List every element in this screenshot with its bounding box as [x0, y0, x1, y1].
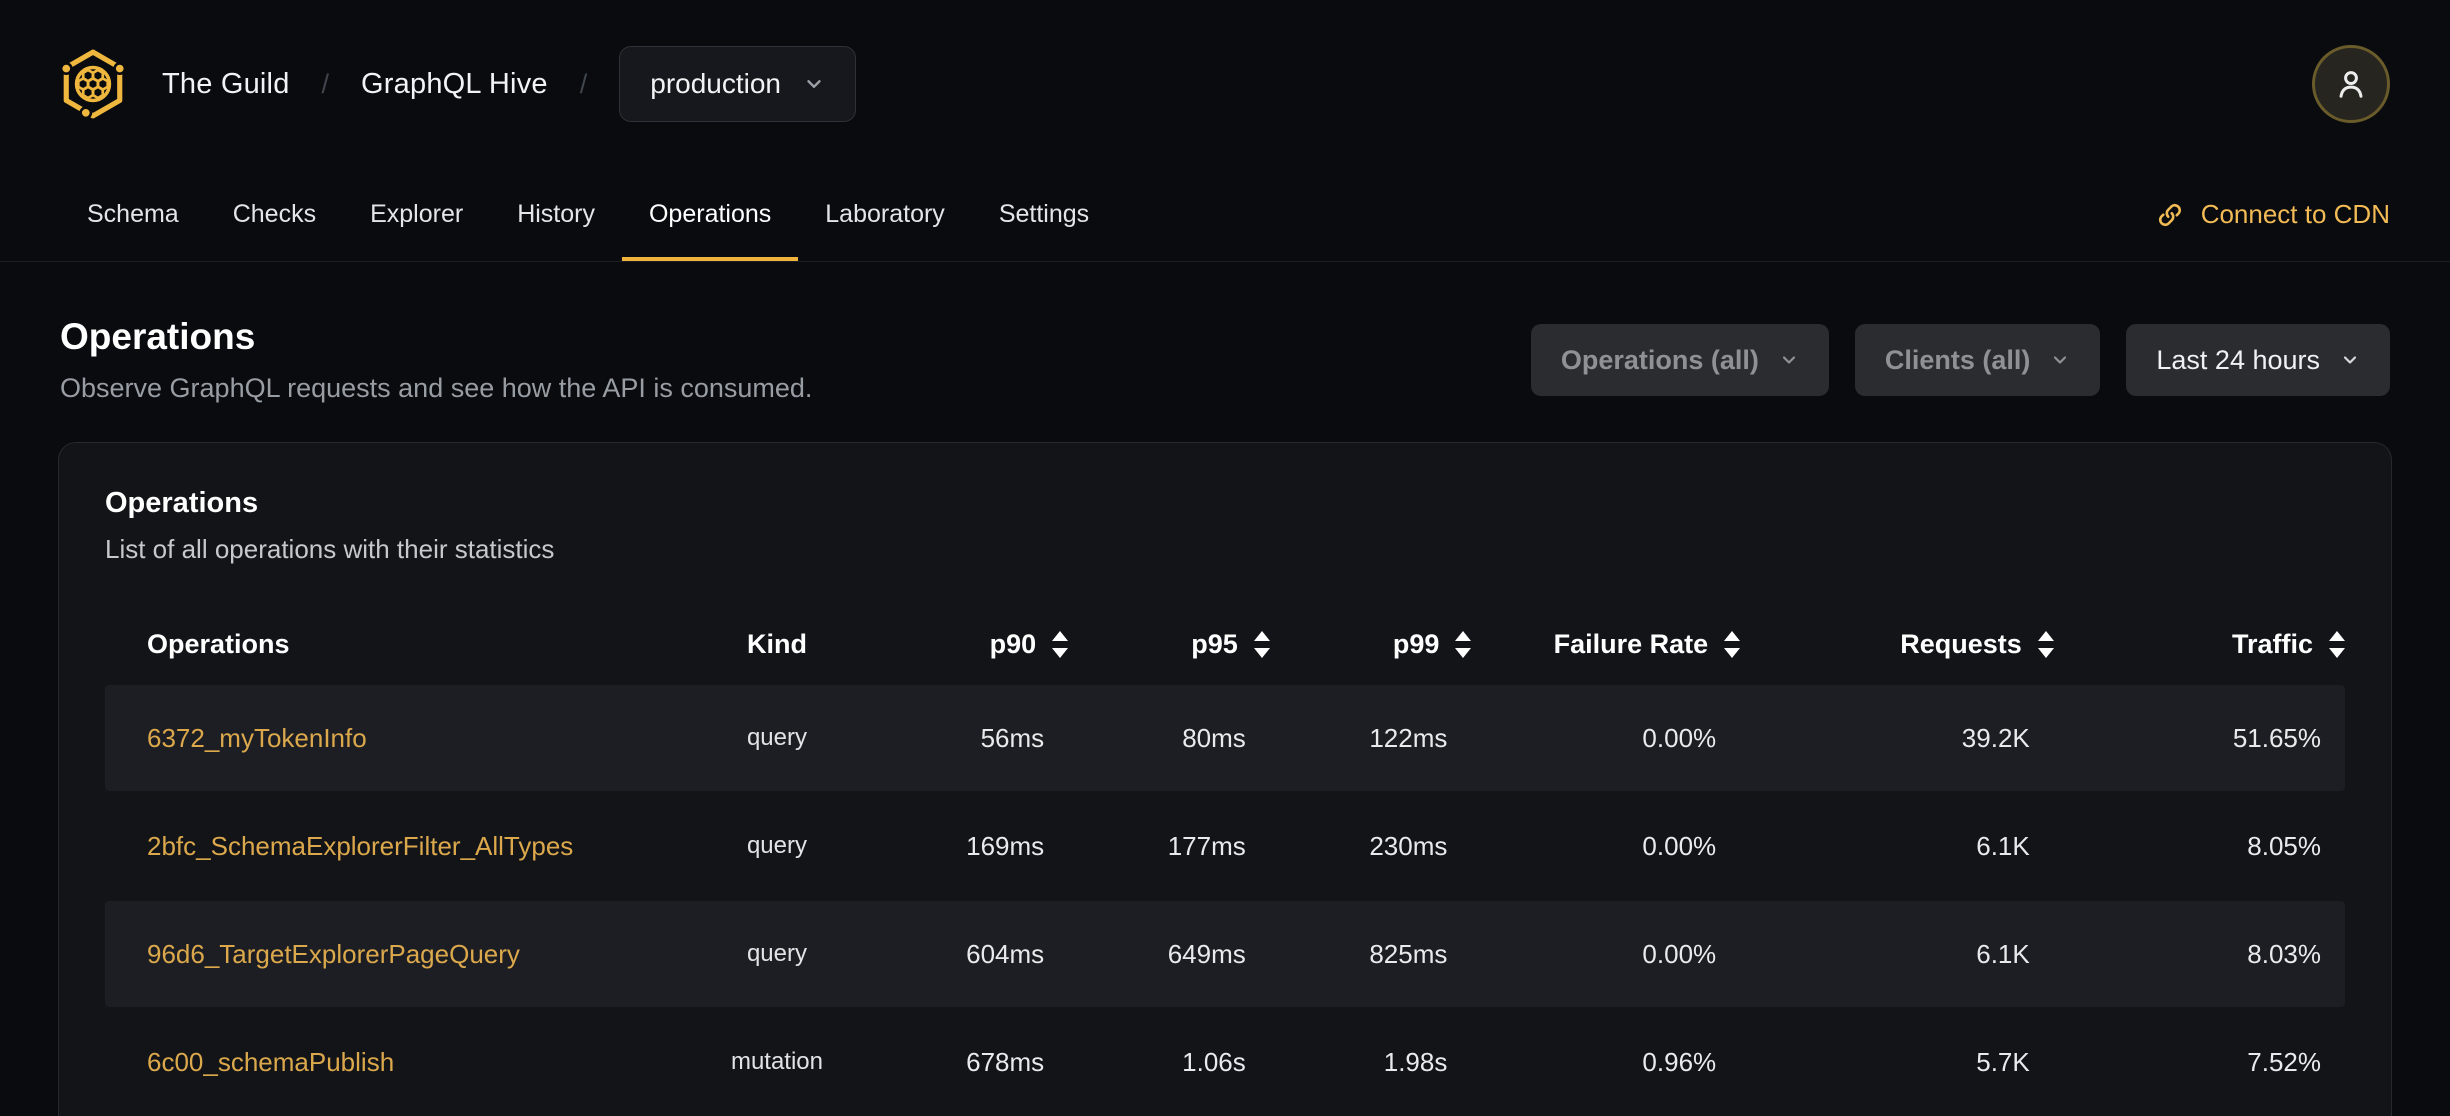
breadcrumb-org[interactable]: The Guild: [162, 68, 290, 101]
operations-table: Operations Kind p90 p95 p99 Failure Rate: [105, 605, 2345, 1115]
card-title: Operations: [105, 487, 259, 519]
column-header-p99[interactable]: p99: [1270, 629, 1472, 660]
operation-link[interactable]: 6372_myTokenInfo: [147, 723, 367, 754]
p95-value: 649ms: [1167, 938, 1246, 969]
traffic-value: 51.65%: [2232, 722, 2321, 753]
sort-icon[interactable]: [1253, 630, 1270, 658]
column-header-kind: Kind: [746, 628, 807, 659]
card-subtitle: List of all operations with their statis…: [105, 534, 555, 564]
page-title: Operations: [60, 316, 256, 357]
user-avatar-button[interactable]: [2312, 45, 2390, 123]
failure-rate-value: 0.96%: [1642, 1046, 1717, 1077]
operation-link[interactable]: 2bfc_SchemaExplorerFilter_AllTypes: [147, 831, 573, 862]
clients-filter-label: Clients (all): [1884, 344, 2031, 375]
link-icon: [2158, 203, 2181, 226]
tab-operations[interactable]: Operations: [622, 168, 798, 261]
column-header-p95[interactable]: p95: [1068, 629, 1270, 660]
connect-to-cdn-label: Connect to CDN: [2200, 199, 2390, 229]
p90-value: 604ms: [966, 938, 1045, 969]
traffic-value: 8.05%: [2247, 830, 2321, 861]
p95-value: 1.06s: [1182, 1046, 1246, 1077]
operation-kind: query: [746, 724, 807, 751]
chevron-down-icon: [807, 80, 821, 88]
table-row: 6c00_schemaPublish mutation 678ms 1.06s …: [105, 1009, 2345, 1115]
breadcrumb: The Guild / GraphQL Hive / production: [60, 46, 857, 122]
sort-icon[interactable]: [2037, 630, 2054, 658]
table-row: 6372_myTokenInfo query 56ms 80ms 122ms 0…: [105, 685, 2345, 791]
operation-kind: query: [746, 832, 807, 859]
sort-icon[interactable]: [1455, 630, 1472, 658]
requests-value: 6.1K: [1976, 938, 2030, 969]
chevron-down-icon: [1782, 356, 1795, 364]
p99-value: 825ms: [1369, 938, 1448, 969]
time-range-label: Last 24 hours: [2156, 344, 2320, 375]
p95-value: 80ms: [1182, 722, 1246, 753]
traffic-value: 8.03%: [2247, 938, 2321, 969]
filter-bar: Operations (all) Clients (all) Last 24 h…: [1530, 324, 2390, 396]
p95-value: 177ms: [1167, 830, 1246, 861]
target-nav: Schema Checks Explorer History Operation…: [0, 168, 2450, 262]
chevron-down-icon: [2054, 356, 2067, 364]
operations-card: Operations List of all operations with t…: [58, 442, 2392, 1116]
operation-kind: query: [746, 940, 807, 967]
target-selector-value: production: [650, 68, 782, 99]
operation-link[interactable]: 6c00_schemaPublish: [147, 1047, 394, 1078]
requests-value: 6.1K: [1976, 830, 2030, 861]
failure-rate-value: 0.00%: [1642, 830, 1717, 861]
table-header-row: Operations Kind p90 p95 p99 Failure Rate: [105, 605, 2345, 683]
top-bar: The Guild / GraphQL Hive / production: [0, 0, 2450, 168]
sort-icon[interactable]: [1052, 630, 1069, 658]
tab-checks[interactable]: Checks: [206, 168, 343, 261]
time-range-dropdown[interactable]: Last 24 hours: [2126, 324, 2390, 396]
breadcrumb-project[interactable]: GraphQL Hive: [361, 68, 548, 101]
p99-value: 1.98s: [1383, 1046, 1448, 1077]
sort-icon[interactable]: [2329, 630, 2345, 658]
operations-filter-label: Operations (all): [1560, 344, 1759, 375]
clients-filter-dropdown[interactable]: Clients (all): [1854, 324, 2101, 396]
column-header-operations: Operations: [147, 628, 290, 659]
hive-logo-icon[interactable]: [60, 48, 126, 120]
tab-schema[interactable]: Schema: [60, 168, 206, 261]
failure-rate-value: 0.00%: [1642, 938, 1717, 969]
table-row: 96d6_TargetExplorerPageQuery query 604ms…: [105, 901, 2345, 1007]
p90-value: 678ms: [966, 1046, 1045, 1077]
page-heading-titles: Operations Observe GraphQL requests and …: [60, 316, 812, 404]
page-heading: Operations Observe GraphQL requests and …: [0, 262, 2450, 404]
tab-list: Schema Checks Explorer History Operation…: [60, 168, 1116, 261]
operation-kind: mutation: [730, 1048, 824, 1075]
column-header-requests[interactable]: Requests: [1740, 629, 2054, 660]
column-header-traffic[interactable]: Traffic: [2054, 629, 2345, 660]
column-header-p90[interactable]: p90: [867, 629, 1069, 660]
chevron-down-icon: [2343, 356, 2357, 364]
sort-icon[interactable]: [1724, 630, 1741, 658]
p99-value: 122ms: [1369, 722, 1448, 753]
tab-settings[interactable]: Settings: [972, 168, 1116, 261]
tab-history[interactable]: History: [490, 168, 622, 261]
p90-value: 169ms: [966, 830, 1045, 861]
table-row: 2bfc_SchemaExplorerFilter_AllTypes query…: [105, 793, 2345, 899]
p90-value: 56ms: [980, 722, 1045, 753]
failure-rate-value: 0.00%: [1642, 722, 1717, 753]
breadcrumb-separator: /: [579, 68, 588, 99]
user-icon: [2339, 71, 2363, 98]
p99-value: 230ms: [1369, 830, 1448, 861]
operations-filter-dropdown[interactable]: Operations (all): [1530, 324, 1829, 396]
breadcrumb-separator: /: [321, 68, 330, 99]
tab-laboratory[interactable]: Laboratory: [798, 168, 972, 261]
requests-value: 5.7K: [1976, 1046, 2030, 1077]
requests-value: 39.2K: [1961, 722, 2030, 753]
column-header-failure-rate[interactable]: Failure Rate: [1471, 629, 1741, 660]
operation-link[interactable]: 96d6_TargetExplorerPageQuery: [147, 939, 520, 970]
connect-to-cdn-link[interactable]: Connect to CDN: [2155, 168, 2390, 261]
page-subtitle: Observe GraphQL requests and see how the…: [60, 373, 813, 403]
target-selector-dropdown[interactable]: production: [619, 46, 857, 122]
tab-explorer[interactable]: Explorer: [343, 168, 490, 261]
traffic-value: 7.52%: [2247, 1046, 2321, 1077]
